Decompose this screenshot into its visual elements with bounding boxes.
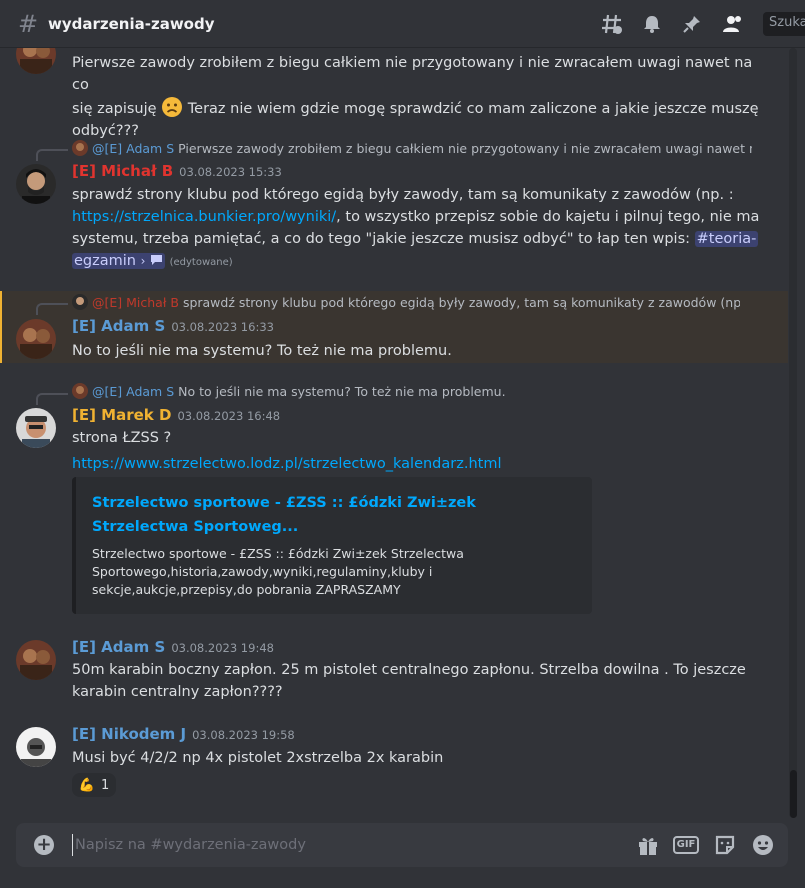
- timestamp: 03.08.2023 16:48: [177, 409, 281, 423]
- message-header: [E] Adam S 03.08.2023 19:48: [72, 638, 274, 656]
- avatar[interactable]: [16, 408, 56, 448]
- link-embed: Strzelectwo sportowe - £ZSS :: £ódzki Zw…: [72, 477, 592, 614]
- author-name[interactable]: [E] Nikodem J: [72, 725, 186, 743]
- avatar[interactable]: [16, 164, 56, 204]
- timestamp: 03.08.2023 16:33: [171, 320, 274, 334]
- frowning-face-emoji-icon: [161, 96, 183, 118]
- author-name[interactable]: [E] Adam S: [72, 317, 165, 335]
- reply-connector: [36, 303, 68, 315]
- message-link[interactable]: https://www.strzelectwo.lodz.pl/strzelec…: [72, 453, 502, 475]
- reply-avatar: [72, 383, 88, 399]
- gif-icon[interactable]: GIF: [672, 833, 700, 857]
- message-text: Musi być 4/2/2 np 4x pistolet 2xstrzelba…: [72, 750, 444, 766]
- author-name[interactable]: [E] Marek D: [72, 406, 171, 424]
- message-composer: + GIF: [16, 823, 788, 867]
- embed-description: Strzelectwo sportowe - £ZSS :: £ódzki Zw…: [92, 546, 464, 597]
- gift-icon[interactable]: [636, 833, 660, 857]
- message-header: [E] Michał B 03.08.2023 15:33: [72, 162, 282, 180]
- message-header: [E] Adam S 03.08.2023 16:33: [72, 317, 274, 335]
- message-text: 50m karabin boczny zapłon. 25 m pistolet…: [72, 662, 746, 700]
- message-header: [E] Marek D 03.08.2023 16:48: [72, 406, 280, 424]
- scrollbar-thumb[interactable]: [790, 770, 797, 818]
- reply-avatar: [72, 294, 88, 310]
- reaction-count: 1: [100, 777, 110, 793]
- pin-icon[interactable]: [680, 12, 704, 36]
- notification-bell-icon[interactable]: [640, 12, 664, 36]
- message-list: Pierwsze zawody zrobiłem z biegu całkiem…: [0, 48, 790, 820]
- search-input[interactable]: Szukaj: [763, 12, 805, 36]
- avatar[interactable]: [16, 48, 56, 74]
- message-link[interactable]: https://strzelnica.bunkier.pro/wyniki/: [72, 209, 336, 225]
- add-attachment-plus-icon[interactable]: +: [34, 835, 54, 855]
- reply-preview[interactable]: @[E] Adam S Pierwsze zawody zrobiłem z b…: [72, 140, 752, 158]
- avatar[interactable]: [16, 319, 56, 359]
- timestamp: 03.08.2023 19:58: [192, 728, 295, 742]
- reply-connector: [36, 149, 68, 161]
- channel-header: # wydarzenia-zawody Szukaj: [0, 0, 805, 48]
- sticker-icon[interactable]: [713, 833, 737, 857]
- reply-preview[interactable]: @[E] Michał B sprawdź strony klubu pod k…: [72, 294, 740, 312]
- members-list-icon[interactable]: [720, 12, 744, 36]
- author-name[interactable]: [E] Michał B: [72, 162, 173, 180]
- channel-hash-icon: #: [17, 9, 39, 38]
- message-text: strona ŁZSS ?: [72, 430, 172, 446]
- message-text: Pierwsze zawody zrobiłem z biegu całkiem…: [72, 55, 759, 139]
- message-header: [E] Nikodem J 03.08.2023 19:58: [72, 725, 295, 743]
- embed-title[interactable]: Strzelectwo sportowe - £ZSS :: £ódzki Zw…: [92, 491, 562, 539]
- flexed-biceps-emoji-icon: 💪: [78, 777, 95, 793]
- channel-title: wydarzenia-zawody: [48, 14, 215, 33]
- timestamp: 03.08.2023 15:33: [179, 165, 282, 179]
- scrollbar-track[interactable]: [789, 48, 797, 818]
- message-text: No to jeśli nie ma systemu? To też nie m…: [72, 343, 452, 359]
- reply-connector: [36, 393, 68, 405]
- header-toolbar: [600, 10, 760, 38]
- channel-mention-continued[interactable]: egzamin ›: [72, 253, 165, 269]
- threads-icon[interactable]: [600, 12, 624, 36]
- author-name[interactable]: [E] Adam S: [72, 638, 165, 656]
- emoji-picker-icon[interactable]: [751, 833, 775, 857]
- timestamp: 03.08.2023 19:48: [171, 641, 274, 655]
- reply-preview[interactable]: @[E] Adam S No to jeśli nie ma systemu? …: [72, 383, 752, 401]
- chat-bubble-icon: [150, 253, 163, 269]
- avatar[interactable]: [16, 727, 56, 767]
- channel-mention[interactable]: #teoria-: [694, 231, 759, 247]
- chevron-right-icon: ›: [140, 254, 146, 268]
- message-input[interactable]: [72, 834, 612, 856]
- reaction-button[interactable]: 💪 1: [72, 773, 116, 797]
- avatar[interactable]: [16, 640, 56, 680]
- reply-avatar: [72, 140, 88, 156]
- message-text: sprawdź strony klubu pod którego egidą b…: [72, 187, 760, 269]
- edited-label: (edytowane): [169, 257, 233, 268]
